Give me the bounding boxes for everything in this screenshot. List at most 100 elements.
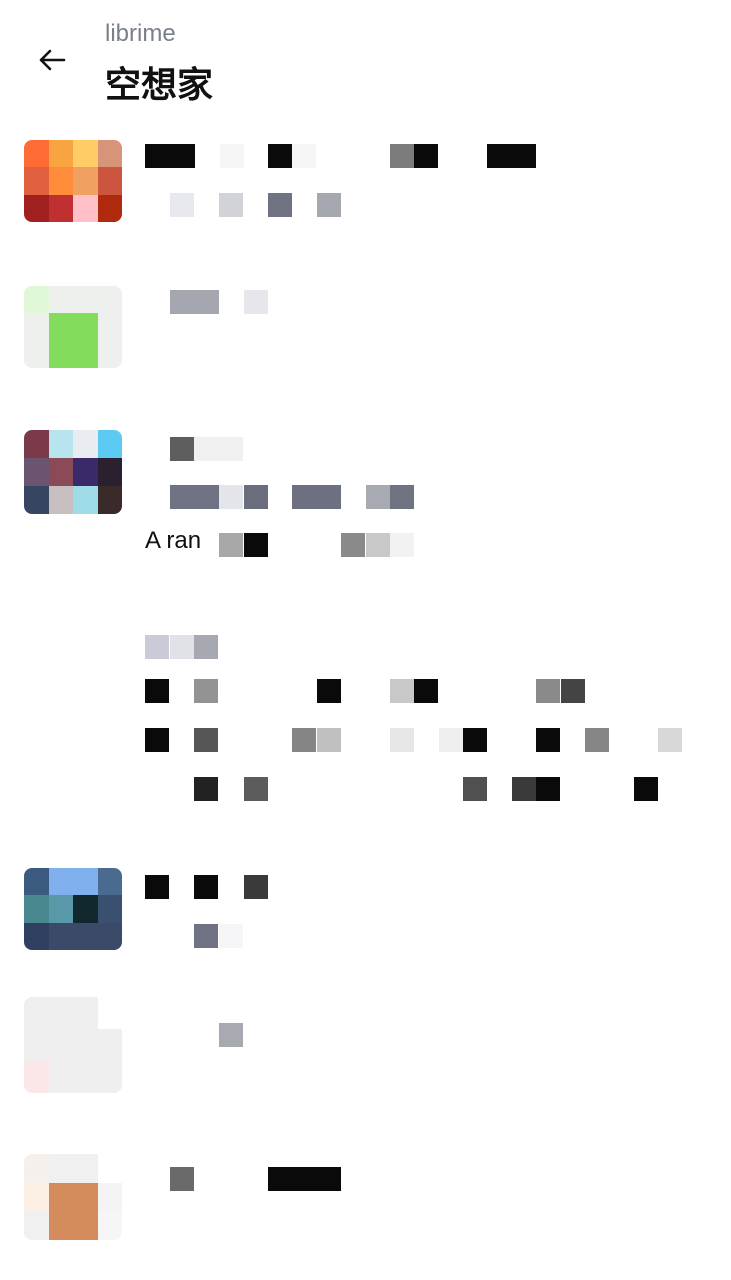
arrow-left-icon [39, 49, 66, 71]
redacted-block [220, 144, 244, 168]
redacted-block [439, 728, 463, 752]
redacted-block [536, 777, 560, 801]
redacted-block [170, 290, 219, 314]
redacted-block [390, 679, 414, 703]
back-button[interactable] [30, 38, 74, 82]
avatar-pixel [24, 458, 49, 487]
redacted-block [244, 875, 268, 899]
redacted-block [487, 144, 536, 168]
redacted-block [512, 777, 536, 801]
post-meta [0, 635, 731, 659]
post-text-blocks [0, 533, 731, 557]
redacted-block [292, 144, 316, 168]
user-handle [0, 340, 731, 364]
user-name [0, 875, 731, 899]
avatar-pixel [24, 1211, 49, 1240]
list-item[interactable] [0, 860, 731, 970]
redacted-block [561, 679, 585, 703]
user-name [0, 1023, 731, 1047]
redacted-block [170, 635, 194, 659]
redacted-block [414, 144, 438, 168]
avatar-pixel [48, 1211, 74, 1240]
redacted-block [268, 193, 292, 217]
redacted-block [463, 777, 487, 801]
app-header: librime 空想家 [0, 0, 731, 110]
avatar-pixel [97, 895, 122, 924]
redacted-block [317, 193, 341, 217]
redacted-block [341, 533, 365, 557]
avatar-pixel [48, 458, 74, 487]
redacted-block [366, 533, 390, 557]
redacted-block [170, 485, 219, 509]
redacted-block [390, 144, 414, 168]
redacted-block [292, 728, 316, 752]
avatar-pixel [24, 1061, 49, 1093]
avatar-pixel [48, 1061, 74, 1093]
redacted-block [317, 679, 341, 703]
page-title: 空想家 [105, 64, 214, 105]
redacted-block [366, 485, 390, 509]
avatar-pixel [73, 167, 98, 196]
redacted-block [585, 728, 609, 752]
redacted-block [219, 533, 243, 557]
list-item[interactable] [0, 625, 731, 815]
avatar-pixel [24, 313, 49, 342]
redacted-block [194, 777, 218, 801]
redacted-block [536, 679, 560, 703]
redacted-block [390, 485, 414, 509]
redacted-block [268, 1167, 341, 1191]
redacted-block [268, 144, 292, 168]
redacted-block [194, 635, 218, 659]
avatar-pixel [24, 895, 49, 924]
redacted-block [145, 728, 169, 752]
redacted-block [170, 193, 194, 217]
redacted-block [194, 924, 218, 948]
user-name [0, 144, 731, 168]
redacted-block [170, 437, 194, 461]
redacted-block [219, 485, 243, 509]
redacted-block [219, 1023, 243, 1047]
user-name [0, 1167, 731, 1191]
redacted-block [536, 728, 560, 752]
redacted-block [634, 777, 658, 801]
list-item[interactable] [0, 1150, 731, 1250]
redacted-block [244, 485, 268, 509]
user-handle [0, 193, 731, 217]
list-item[interactable]: A ran [0, 425, 731, 557]
redacted-block [145, 875, 169, 899]
redacted-block [145, 679, 169, 703]
redacted-block [244, 777, 268, 801]
redacted-block [317, 728, 341, 752]
avatar-pixel [97, 1211, 122, 1240]
redacted-block [194, 875, 218, 899]
list-item[interactable] [0, 280, 731, 380]
redacted-block [390, 533, 414, 557]
avatar-pixel [48, 167, 74, 196]
redacted-block [244, 533, 268, 557]
redacted-block [145, 635, 169, 659]
avatar-pixel [97, 313, 122, 342]
redacted-block [194, 437, 243, 461]
avatar-pixel [97, 167, 122, 196]
avatar-pixel [73, 895, 98, 924]
page-subtitle: librime [105, 20, 176, 47]
redacted-block [244, 290, 268, 314]
redacted-block [170, 1167, 194, 1191]
redacted-block [658, 728, 682, 752]
redacted-block [145, 144, 195, 168]
avatar-pixel [24, 167, 49, 196]
avatar-pixel [73, 1061, 98, 1093]
post-text-line [0, 728, 731, 752]
post-text-line [0, 679, 731, 703]
user-name [0, 437, 731, 461]
avatar-pixel [73, 313, 98, 342]
avatar-pixel [73, 458, 98, 487]
redacted-block [194, 679, 218, 703]
list-item[interactable] [0, 120, 731, 260]
redacted-block [194, 728, 218, 752]
avatar-pixel [97, 458, 122, 487]
list-item[interactable] [0, 995, 731, 1105]
redacted-block [390, 728, 414, 752]
user-name [0, 290, 731, 314]
avatar-pixel [48, 313, 74, 342]
